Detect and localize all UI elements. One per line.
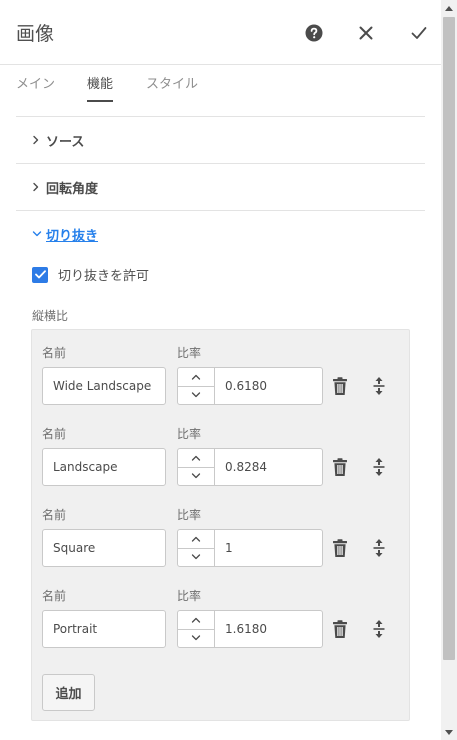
- reorder-handle[interactable]: [369, 618, 389, 640]
- ratio-value[interactable]: 0.6180: [215, 368, 322, 404]
- trash-icon: [333, 538, 347, 557]
- increment-button[interactable]: [178, 449, 214, 467]
- decrement-button[interactable]: [178, 466, 214, 486]
- decrement-button[interactable]: [178, 547, 214, 567]
- add-button[interactable]: 追加: [42, 674, 95, 711]
- tab-features[interactable]: 機能: [87, 73, 114, 102]
- increment-button[interactable]: [178, 368, 214, 386]
- chevron-up-icon: [191, 536, 201, 542]
- trash-icon: [333, 457, 347, 476]
- trash-icon: [333, 619, 347, 638]
- decrement-button[interactable]: [178, 385, 214, 405]
- close-button[interactable]: [355, 22, 377, 44]
- chevron-up-icon: [191, 617, 201, 623]
- increment-button[interactable]: [178, 530, 214, 548]
- scroll-up-arrow[interactable]: [441, 0, 457, 16]
- ratio-stepper[interactable]: 1: [177, 529, 323, 567]
- dialog-title: 画像: [16, 23, 55, 45]
- chevron-up-icon: [191, 374, 201, 380]
- aspect-ratio-panel: 名前 比率 Wide Landscape 0.6180 名前 比率 Landsc…: [31, 329, 410, 721]
- delete-button[interactable]: [330, 537, 350, 559]
- ratio-stepper[interactable]: 0.6180: [177, 367, 323, 405]
- reorder-handle[interactable]: [369, 375, 389, 397]
- aspect-ratio-label: 縦横比: [32, 309, 69, 323]
- name-label: 名前: [42, 589, 67, 603]
- ratio-label: 比率: [177, 508, 202, 522]
- delete-button[interactable]: [330, 618, 350, 640]
- trash-icon: [333, 376, 347, 395]
- close-icon: [359, 26, 373, 40]
- ratio-label: 比率: [177, 589, 202, 603]
- ratio-stepper[interactable]: 1.6180: [177, 610, 323, 648]
- dialog-header: 画像: [0, 0, 441, 65]
- name-input[interactable]: Square: [42, 529, 166, 567]
- name-input[interactable]: Landscape: [42, 448, 166, 486]
- section-rotation-label: 回転角度: [46, 181, 99, 197]
- tab-style[interactable]: スタイル: [146, 73, 198, 101]
- chevron-down-icon: [191, 635, 201, 641]
- checkbox-checked[interactable]: [32, 266, 48, 283]
- ratio-value[interactable]: 1: [215, 530, 322, 566]
- name-input[interactable]: Wide Landscape: [42, 367, 166, 405]
- chevron-up-icon: [191, 455, 201, 461]
- drag-handle-icon: [373, 620, 385, 638]
- scrollbar-thumb[interactable]: [443, 17, 455, 660]
- section-source[interactable]: ソース: [16, 116, 425, 163]
- ratio-label: 比率: [177, 346, 202, 360]
- section-rotation[interactable]: 回転角度: [16, 163, 425, 210]
- stepper-buttons: [178, 368, 215, 404]
- chevron-down-icon: [191, 554, 201, 560]
- reorder-handle[interactable]: [369, 537, 389, 559]
- ratio-label: 比率: [177, 427, 202, 441]
- stepper-buttons: [178, 449, 215, 485]
- name-label: 名前: [42, 427, 67, 441]
- chevron-down-icon: [32, 230, 46, 238]
- drag-handle-icon: [373, 377, 385, 395]
- help-button[interactable]: [303, 22, 325, 44]
- scroll-down-arrow[interactable]: [441, 724, 457, 740]
- section-crop[interactable]: 切り抜き: [16, 210, 425, 257]
- stepper-buttons: [178, 611, 215, 647]
- name-input[interactable]: Portrait: [42, 610, 166, 648]
- confirm-button[interactable]: [408, 22, 430, 44]
- drag-handle-icon: [373, 458, 385, 476]
- reorder-handle[interactable]: [369, 456, 389, 478]
- increment-button[interactable]: [178, 611, 214, 629]
- chevron-down-icon: [191, 392, 201, 398]
- tab-bar: メイン 機能 スタイル: [0, 65, 441, 105]
- help-circle-icon: [305, 24, 323, 42]
- tab-main[interactable]: メイン: [16, 73, 55, 101]
- ratio-value[interactable]: 0.8284: [215, 449, 322, 485]
- allow-crop-label: 切り抜きを許可: [58, 269, 150, 284]
- section-source-label: ソース: [46, 134, 85, 150]
- delete-button[interactable]: [330, 456, 350, 478]
- delete-button[interactable]: [330, 375, 350, 397]
- ratio-stepper[interactable]: 0.8284: [177, 448, 323, 486]
- chevron-right-icon: [32, 135, 46, 145]
- decrement-button[interactable]: [178, 628, 214, 648]
- checkmark-icon: [411, 27, 427, 39]
- drag-handle-icon: [373, 539, 385, 557]
- section-crop-label: 切り抜き: [46, 228, 99, 244]
- stepper-buttons: [178, 530, 215, 566]
- allow-crop-checkbox[interactable]: 切り抜きを許可: [32, 265, 149, 284]
- ratio-value[interactable]: 1.6180: [215, 611, 322, 647]
- name-label: 名前: [42, 346, 67, 360]
- chevron-down-icon: [191, 473, 201, 479]
- checkmark-icon: [34, 270, 46, 279]
- chevron-right-icon: [32, 182, 46, 192]
- name-label: 名前: [42, 508, 67, 522]
